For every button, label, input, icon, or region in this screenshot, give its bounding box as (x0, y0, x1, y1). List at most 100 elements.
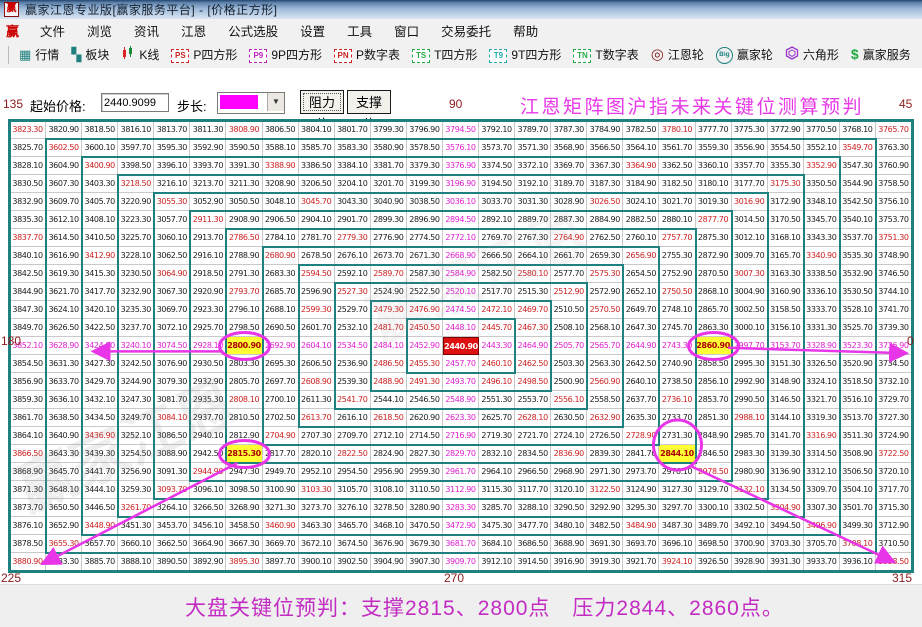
gann-cell[interactable]: 3244.90 (118, 373, 155, 391)
gann-cell[interactable]: 2553.70 (515, 391, 552, 409)
gann-cell[interactable]: 3936.10 (839, 553, 876, 571)
gann-cell[interactable]: 3223.30 (118, 211, 155, 229)
gann-cell[interactable]: 2767.30 (515, 229, 552, 247)
gann-cell[interactable]: 2860.90 (695, 337, 732, 355)
gann-cell[interactable]: 3328.90 (803, 337, 840, 355)
gann-cell[interactable]: 3501.70 (839, 499, 876, 517)
gann-cell[interactable]: 2786.50 (226, 229, 263, 247)
gann-cell[interactable]: 2642.50 (623, 355, 660, 373)
gann-cell[interactable]: 2584.90 (442, 265, 480, 283)
gann-cell[interactable]: 2868.10 (695, 283, 732, 301)
gann-cell[interactable]: 3842.50 (10, 265, 47, 283)
gann-cell[interactable]: 3484.90 (623, 517, 660, 535)
gann-cell[interactable]: 2580.10 (515, 265, 552, 283)
gann-cell[interactable]: 3895.30 (226, 553, 263, 571)
gann-cell[interactable]: 3883.30 (46, 553, 83, 571)
gann-cell[interactable]: 3343.30 (803, 229, 840, 247)
gann-cell[interactable]: 3074.50 (154, 337, 191, 355)
gann-cell[interactable]: 2892.10 (479, 211, 516, 229)
gann-cell[interactable]: 2592.10 (334, 265, 371, 283)
gann-cell[interactable]: 3376.90 (442, 157, 480, 175)
gann-cell[interactable]: 3069.70 (154, 301, 191, 319)
gann-cell[interactable]: 2925.70 (190, 319, 227, 337)
gann-cell[interactable]: 2594.50 (298, 265, 335, 283)
gann-cell[interactable]: 3314.50 (803, 445, 840, 463)
gann-cell[interactable]: 3271.30 (262, 499, 299, 517)
gann-cell[interactable]: 3072.10 (154, 319, 191, 337)
gann-cell[interactable]: 2935.30 (190, 391, 227, 409)
gann-cell[interactable]: 2448.10 (442, 319, 480, 337)
gann-cell[interactable]: 3196.90 (442, 175, 480, 193)
gann-cell[interactable]: 3885.70 (82, 553, 119, 571)
gann-cell[interactable]: 3403.30 (82, 175, 119, 193)
gann-cell[interactable]: 2692.90 (262, 337, 299, 355)
gann-cell[interactable]: 2839.30 (587, 445, 624, 463)
gann-cell[interactable]: 2810.50 (226, 409, 263, 427)
gann-cell[interactable]: 3861.70 (10, 409, 47, 427)
gann-cell[interactable]: 3866.50 (10, 445, 47, 463)
gann-cell[interactable]: 2743.30 (659, 337, 696, 355)
toolbar-button-9P四方形[interactable]: P9 9P四方形 (243, 44, 328, 65)
gann-cell[interactable]: 3914.50 (515, 553, 552, 571)
gann-cell[interactable]: 3206.50 (298, 175, 335, 193)
gann-cell[interactable]: 3357.70 (731, 157, 768, 175)
gann-cell[interactable]: 3103.30 (298, 481, 335, 499)
gann-cell[interactable]: 3561.70 (659, 139, 696, 157)
gann-cell[interactable]: 3804.10 (298, 121, 335, 139)
gann-cell[interactable]: 2558.50 (587, 391, 624, 409)
gann-cell[interactable]: 2548.90 (442, 391, 480, 409)
gann-cell[interactable]: 3724.90 (875, 427, 912, 445)
gann-cell[interactable]: 2827.30 (406, 445, 443, 463)
gann-cell[interactable]: 2685.70 (262, 283, 299, 301)
gann-cell[interactable]: 3801.70 (334, 121, 371, 139)
gann-cell[interactable]: 2973.70 (623, 463, 660, 481)
gann-cell[interactable]: 3336.10 (803, 283, 840, 301)
gann-cell[interactable]: 3220.90 (118, 193, 155, 211)
gann-cell[interactable]: 3213.70 (190, 175, 227, 193)
gann-cell[interactable]: 2544.10 (370, 391, 407, 409)
gann-cell[interactable]: 2724.10 (551, 427, 588, 445)
gann-cell[interactable]: 2856.10 (695, 373, 732, 391)
gann-cell[interactable]: 3662.50 (154, 535, 191, 553)
gann-cell[interactable]: 3384.10 (334, 157, 371, 175)
gann-cell[interactable]: 3645.70 (46, 463, 83, 481)
gann-cell[interactable]: 2932.90 (190, 373, 227, 391)
gann-cell[interactable]: 2644.90 (623, 337, 660, 355)
gann-cell[interactable]: 2690.50 (262, 319, 299, 337)
gann-cell[interactable]: 3115.30 (479, 481, 516, 499)
gann-cell[interactable]: 3602.50 (46, 139, 83, 157)
gann-cell[interactable]: 3636.10 (46, 391, 83, 409)
gann-cell[interactable]: 3151.30 (767, 355, 804, 373)
gann-cell[interactable]: 2980.90 (731, 463, 768, 481)
gann-cell[interactable]: 3312.10 (803, 463, 840, 481)
gann-cell[interactable]: 3268.90 (226, 499, 263, 517)
gann-cell[interactable]: 2577.70 (551, 265, 588, 283)
gann-cell[interactable]: 2618.50 (370, 409, 407, 427)
gann-cell[interactable]: 3444.10 (82, 481, 119, 499)
gann-cell[interactable]: 2964.10 (479, 463, 516, 481)
gann-cell[interactable]: 2671.30 (406, 247, 443, 265)
gann-cell[interactable]: 3609.70 (46, 193, 83, 211)
gann-cell[interactable]: 3148.90 (767, 373, 804, 391)
gann-cell[interactable]: 3129.70 (695, 481, 732, 499)
gann-cell[interactable]: 3648.10 (46, 481, 83, 499)
menu-item-资讯[interactable]: 资讯 (123, 19, 170, 42)
gann-cell[interactable]: 3000.10 (731, 319, 768, 337)
gann-cell[interactable]: 3638.50 (46, 409, 83, 427)
gann-cell[interactable]: 3381.70 (370, 157, 407, 175)
gann-cell[interactable]: 3398.50 (118, 157, 155, 175)
gann-cell[interactable]: 3880.90 (10, 553, 47, 571)
gann-cell[interactable]: 3249.70 (118, 409, 155, 427)
gann-cell[interactable]: 3768.10 (839, 121, 876, 139)
gann-cell[interactable]: 3506.50 (839, 463, 876, 481)
gann-cell[interactable]: 3465.70 (334, 517, 371, 535)
gann-cell[interactable]: 3746.50 (875, 265, 912, 283)
gann-cell[interactable]: 2512.90 (551, 283, 588, 301)
gann-cell[interactable]: 3669.70 (262, 535, 299, 553)
gann-cell[interactable]: 2479.30 (370, 301, 407, 319)
gann-cell[interactable]: 3266.50 (190, 499, 227, 517)
toolbar-button-板块[interactable]: ▚ 板块 (65, 44, 115, 65)
gann-cell[interactable]: 3060.10 (154, 229, 191, 247)
gann-cell[interactable]: 3777.70 (695, 121, 732, 139)
gann-cell[interactable]: 3568.90 (551, 139, 588, 157)
